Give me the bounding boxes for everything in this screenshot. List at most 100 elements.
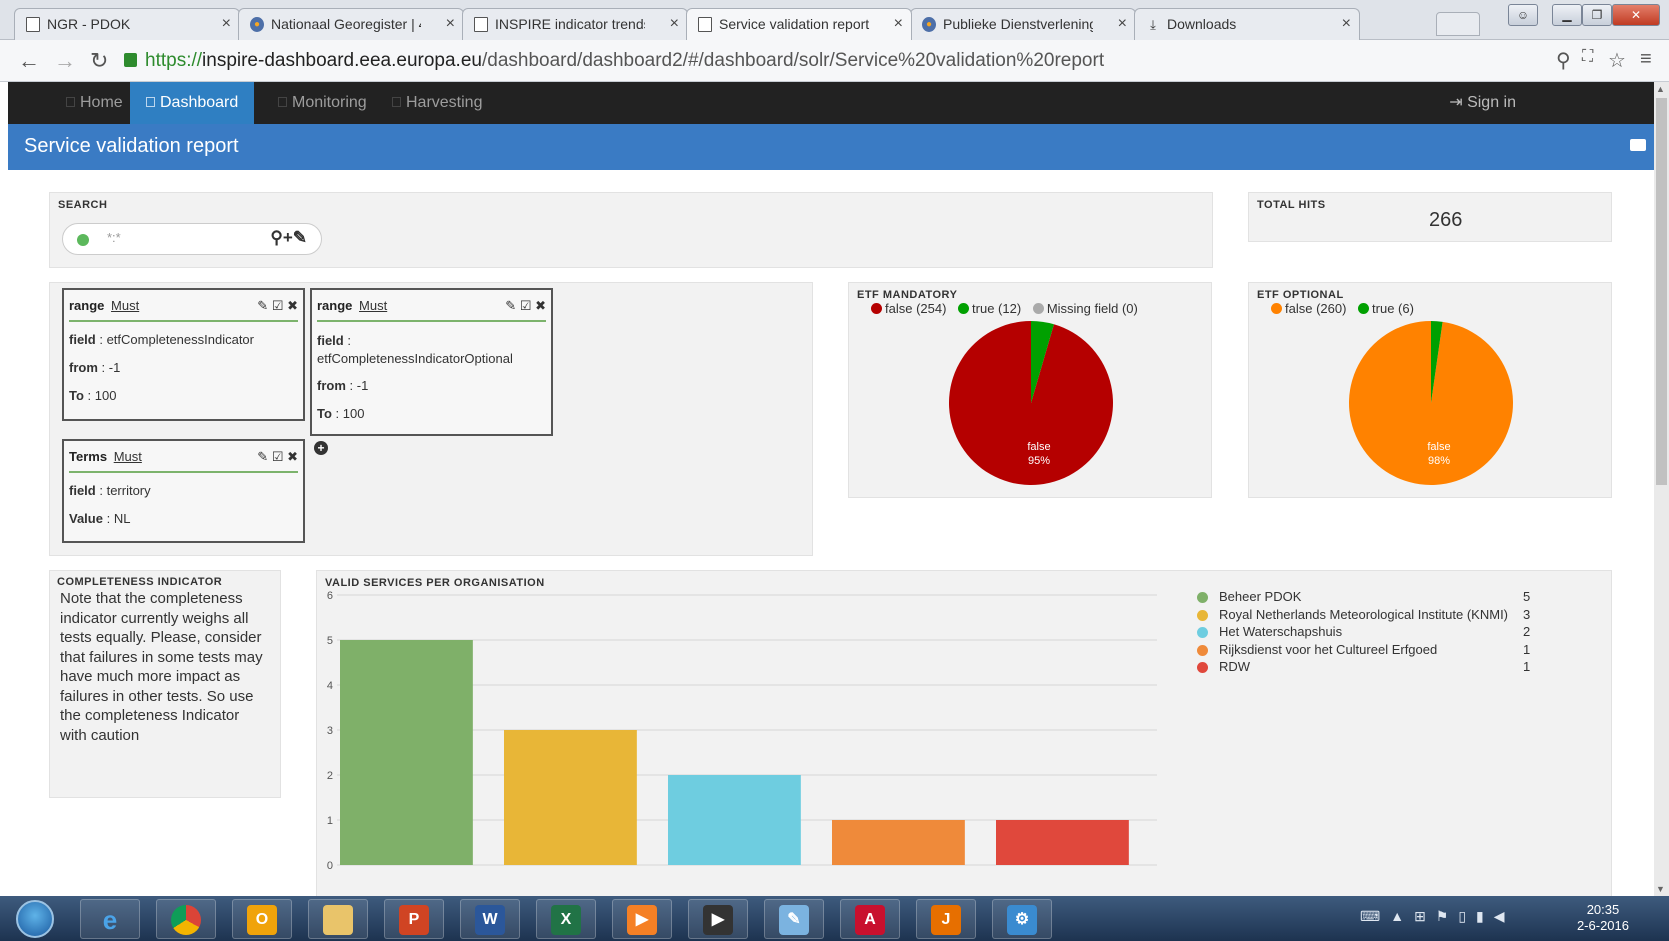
clear-query-icon[interactable]: ✎ [293, 228, 307, 247]
edit-icon[interactable]: ✎ [257, 449, 268, 464]
search-input[interactable]: *:* ⚲+✎ [62, 223, 322, 255]
media-app-icon[interactable]: ▶ [688, 899, 748, 939]
bar-2[interactable] [504, 730, 637, 865]
ie-icon[interactable]: e [80, 899, 140, 939]
close-tab-icon[interactable]: × [1118, 15, 1127, 33]
powerpoint-icon[interactable]: P [384, 899, 444, 939]
zoom-icon[interactable]: ⚲ [1556, 48, 1571, 73]
toggle-icon[interactable]: ☑ [520, 298, 532, 313]
browser-tab[interactable]: INSPIRE indicator trends 2 × [462, 8, 688, 40]
translate-icon[interactable]: ⛶ [1582, 48, 1593, 66]
filter-mode-link[interactable]: Must [111, 298, 139, 313]
bar-4[interactable] [832, 820, 965, 865]
browser-tab-active[interactable]: Service validation report × [686, 8, 912, 40]
clock[interactable]: 20:35 2-6-2016 [1577, 902, 1629, 934]
legend-item[interactable]: Rijksdienst voor het Cultureel Erfgoed 1 [1197, 642, 1557, 660]
legend-dot [1197, 592, 1208, 603]
legend-label: Rijksdienst voor het Cultureel Erfgoed [1219, 641, 1438, 657]
browser-tab[interactable]: ⤓ Downloads × [1134, 8, 1360, 40]
file-explorer-icon[interactable] [308, 899, 368, 939]
close-tab-icon[interactable]: × [1342, 15, 1351, 33]
bar-3[interactable] [668, 775, 801, 865]
edit-icon[interactable]: ✎ [257, 298, 268, 313]
java-icon[interactable]: J [916, 899, 976, 939]
close-tab-icon[interactable]: × [222, 15, 231, 33]
harvesting-icon [392, 97, 401, 107]
legend-value: 1 [1523, 659, 1531, 674]
address-bar: ← → ↻ https://inspire-dashboard.eea.euro… [0, 40, 1669, 82]
pie-slice-percent: 95% [1028, 455, 1050, 467]
document-icon [698, 17, 712, 32]
bar-5[interactable] [996, 820, 1129, 865]
nav-home[interactable]: Home [50, 82, 139, 124]
page-scrollbar[interactable]: ▲ ▼ [1654, 82, 1669, 896]
browser-tab[interactable]: ● Nationaal Georegister | 45 × [238, 8, 464, 40]
chrome-icon[interactable] [156, 899, 216, 939]
legend-item[interactable]: Royal Netherlands Meteorological Institu… [1197, 607, 1557, 625]
etf-optional-pie: false 98% [1349, 321, 1513, 485]
word-icon[interactable]: W [460, 899, 520, 939]
query-status-icon[interactable] [77, 234, 89, 246]
minimize-icon[interactable]: ▁ [1552, 4, 1582, 26]
bookmark-star-icon[interactable]: ☆ [1608, 48, 1626, 73]
outlook-icon[interactable]: O [232, 899, 292, 939]
search-query[interactable]: *:* [107, 230, 121, 245]
url-field[interactable]: https://inspire-dashboard.eea.europa.eu/… [124, 48, 1534, 74]
remove-icon[interactable]: ✖ [287, 449, 298, 464]
scroll-down-icon[interactable]: ▼ [1656, 884, 1665, 894]
reload-icon[interactable]: ↻ [90, 48, 108, 74]
system-tray-icons[interactable]: ⌨▲⊞⚑▯▮◀ [1360, 908, 1515, 925]
legend-dot [1197, 644, 1208, 656]
search-label: SEARCH [58, 199, 108, 211]
add-query-icon[interactable]: + [283, 228, 293, 247]
legend-item[interactable]: RDW 1 [1197, 659, 1557, 677]
toggle-icon[interactable]: ☑ [272, 298, 284, 313]
menu-icon[interactable]: ≡ [1640, 48, 1652, 71]
acrobat-icon[interactable]: A [840, 899, 900, 939]
remove-icon[interactable]: ✖ [287, 298, 298, 313]
excel-icon[interactable]: X [536, 899, 596, 939]
legend-value: 2 [1523, 624, 1531, 639]
close-tab-icon[interactable]: × [670, 15, 679, 33]
back-icon[interactable]: ← [18, 48, 40, 74]
legend-item[interactable]: Beheer PDOK 5 [1197, 589, 1557, 607]
close-window-icon[interactable]: ✕ [1612, 4, 1660, 26]
forward-icon[interactable]: → [54, 48, 76, 74]
total-hits-label: TOTAL HITS [1257, 199, 1326, 211]
windows-taskbar: e O P W X ▶ ▶ ✎ A J ⚙ ⌨▲⊞⚑▯▮◀ 20:35 2-6-2… [0, 896, 1669, 941]
globe-icon: ● [922, 17, 936, 32]
edit-icon[interactable]: ✎ [505, 298, 516, 313]
completeness-note: Note that the completeness indicator cur… [60, 590, 263, 744]
browser-tab[interactable]: NGR - PDOK × [14, 8, 240, 40]
browser-tab[interactable]: ● Publieke Dienstverlening × [910, 8, 1136, 40]
scroll-up-icon[interactable]: ▲ [1656, 84, 1665, 94]
close-tab-icon[interactable]: × [446, 15, 455, 33]
nav-monitoring[interactable]: Monitoring [262, 82, 383, 124]
media-player-icon[interactable]: ▶ [612, 899, 672, 939]
legend-item[interactable]: Het Waterschapshuis 2 [1197, 624, 1557, 642]
filter-mode-link[interactable]: Must [359, 298, 387, 313]
paint-icon[interactable]: ✎ [764, 899, 824, 939]
start-button[interactable] [16, 900, 54, 938]
scrollbar-thumb[interactable] [1656, 98, 1667, 485]
filter-mode-link[interactable]: Must [114, 449, 142, 464]
maximize-icon[interactable]: ❐ [1582, 4, 1612, 26]
close-tab-icon[interactable]: × [894, 15, 903, 33]
search-icon[interactable]: ⚲ [270, 228, 282, 247]
legend-value: 5 [1523, 589, 1531, 604]
add-filter-icon[interactable]: + [314, 441, 328, 455]
remove-icon[interactable]: ✖ [535, 298, 546, 313]
completeness-panel: COMPLETENESS INDICATOR Note that the com… [49, 570, 281, 798]
sign-in-link[interactable]: ⇥ Sign in [1449, 82, 1516, 124]
network-app-icon[interactable]: ⚙ [992, 899, 1052, 939]
folder-open-icon[interactable] [1630, 139, 1646, 151]
nav-harvesting[interactable]: Harvesting [376, 82, 498, 124]
home-icon [66, 97, 75, 107]
toggle-icon[interactable]: ☑ [272, 449, 284, 464]
new-tab-button[interactable] [1436, 12, 1480, 36]
bar-1[interactable] [340, 640, 473, 865]
filter-panel: range Must ✎ ☑ ✖ field : etfCompleteness… [49, 282, 813, 556]
user-icon[interactable]: ☺ [1508, 4, 1538, 26]
nav-dashboard[interactable]: Dashboard [130, 82, 255, 124]
etf-optional-panel: ETF OPTIONAL false (260) true (6) false 9… [1248, 282, 1612, 498]
